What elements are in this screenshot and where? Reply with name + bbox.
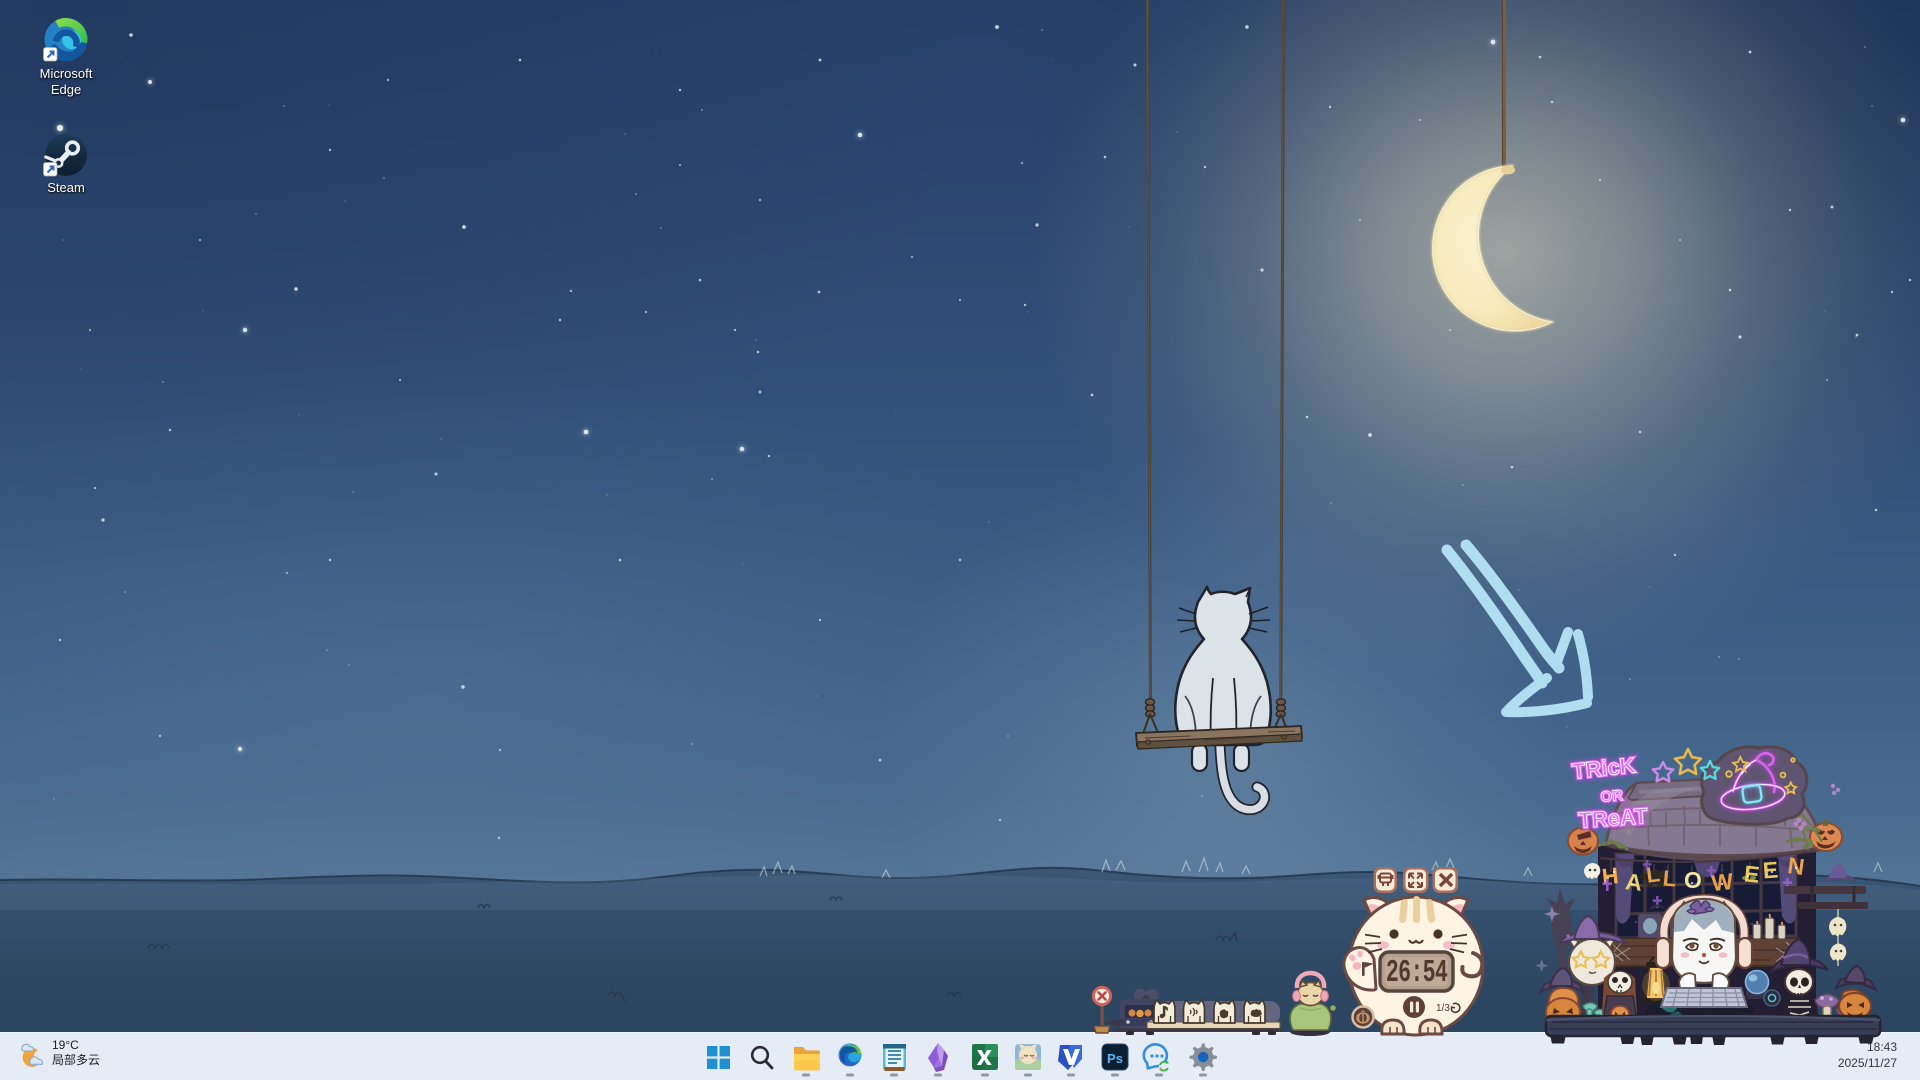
svg-text:TRicK: TRicK bbox=[1571, 752, 1637, 784]
svg-text:Ps: Ps bbox=[1107, 1051, 1123, 1066]
svg-text:O: O bbox=[1684, 867, 1702, 893]
svg-text:L: L bbox=[1662, 865, 1678, 891]
svg-text:A: A bbox=[1624, 868, 1643, 896]
svg-text:W: W bbox=[1710, 868, 1735, 896]
svg-text:E: E bbox=[1743, 860, 1761, 887]
svg-text:TReAT: TReAT bbox=[1578, 803, 1649, 833]
svg-text:1/3: 1/3 bbox=[1436, 1003, 1450, 1014]
svg-text:E: E bbox=[1762, 857, 1779, 884]
svg-text:H: H bbox=[1601, 862, 1620, 890]
svg-text:OR: OR bbox=[1600, 787, 1624, 806]
svg-text:26:54: 26:54 bbox=[1386, 957, 1448, 992]
